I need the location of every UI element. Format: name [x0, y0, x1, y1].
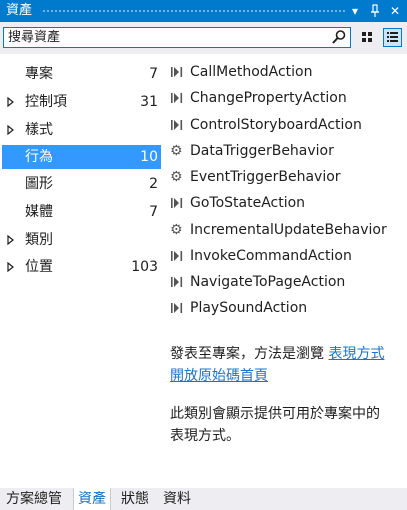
dropdown-icon[interactable]: ▾	[346, 2, 364, 20]
tab-states[interactable]: 狀態	[117, 488, 153, 510]
tab-assets[interactable]: 資產	[73, 488, 111, 510]
category-project[interactable]: 專案 7	[2, 62, 161, 86]
pin-icon[interactable]	[366, 2, 384, 20]
category-locations[interactable]: 位置 103	[2, 255, 161, 279]
description-line-1: 此類別會顯示提供可用於專案中的	[170, 406, 380, 422]
asset-item-label: InvokeCommandAction	[190, 248, 352, 264]
publish-info-text: 發表至專案，方法是瀏覽	[170, 346, 324, 362]
asset-item-label: NavigateToPageAction	[190, 274, 346, 290]
category-label: 位置	[25, 259, 53, 275]
tab-solution-explorer[interactable]: 方案總管	[2, 488, 66, 510]
category-count: 31	[140, 94, 158, 110]
expand-arrow-icon[interactable]	[7, 125, 14, 135]
asset-item-label: GoToStateAction	[190, 195, 306, 211]
action-icon	[171, 303, 183, 313]
search-input[interactable]	[8, 29, 308, 46]
publish-info: 發表至專案，方法是瀏覽 表現方式 開放原始碼首頁	[170, 343, 402, 387]
category-count: 103	[131, 259, 158, 275]
gear-icon: ⚙	[170, 169, 183, 185]
asset-item-label: DataTriggerBehavior	[190, 143, 334, 159]
asset-item-label: EventTriggerBehavior	[190, 169, 341, 185]
action-icon	[171, 120, 183, 130]
action-icon	[171, 277, 183, 287]
category-controls[interactable]: 控制項 31	[2, 90, 161, 114]
category-label: 專案	[25, 66, 53, 82]
category-count: 2	[149, 176, 158, 192]
category-count: 7	[149, 204, 158, 220]
category-label: 圖形	[25, 176, 53, 192]
category-description: 此類別會顯示提供可用於專案中的 表現方式。	[170, 403, 402, 447]
category-shapes[interactable]: 圖形 2	[2, 172, 161, 196]
category-label: 媒體	[25, 204, 53, 220]
search-box[interactable]	[3, 27, 351, 48]
drag-grip[interactable]	[42, 9, 345, 14]
category-label: 行為	[25, 149, 53, 165]
category-media[interactable]: 媒體 7	[2, 200, 161, 224]
list-view-icon[interactable]	[383, 28, 402, 47]
action-icon	[171, 93, 183, 103]
tab-data[interactable]: 資料	[159, 488, 195, 510]
bottom-tab-bar: 方案總管 資產 狀態 資料	[0, 488, 407, 510]
category-categories[interactable]: 類別	[2, 228, 161, 252]
category-label: 類別	[25, 232, 53, 248]
action-icon	[171, 251, 183, 261]
asset-item-label: PlaySoundAction	[190, 300, 308, 316]
search-toolbar	[0, 22, 407, 54]
action-icon	[171, 198, 183, 208]
open-source-home-link[interactable]: 開放原始碼首頁	[170, 368, 268, 384]
search-icon[interactable]	[331, 29, 347, 45]
expand-arrow-icon[interactable]	[7, 235, 14, 245]
grid-view-icon[interactable]	[358, 28, 377, 47]
panel-title: 資產	[6, 3, 33, 18]
category-label: 控制項	[25, 94, 67, 110]
asset-item-label: ControlStoryboardAction	[190, 117, 362, 133]
category-label: 樣式	[25, 122, 53, 138]
description-line-2: 表現方式。	[170, 428, 240, 444]
gear-icon: ⚙	[170, 222, 183, 238]
action-icon	[171, 67, 183, 77]
expand-arrow-icon[interactable]	[7, 97, 14, 107]
asset-item-label: CallMethodAction	[190, 64, 313, 80]
behaviors-link[interactable]: 表現方式	[328, 346, 384, 362]
panel-title-bar: 資產 ▾ ✕	[0, 0, 407, 22]
category-count: 7	[149, 66, 158, 82]
asset-item-label: IncrementalUpdateBehavior	[190, 222, 387, 238]
asset-item-label: ChangePropertyAction	[190, 90, 347, 106]
category-count: 10	[140, 149, 158, 165]
close-icon[interactable]: ✕	[386, 2, 404, 20]
gear-icon: ⚙	[170, 143, 183, 159]
category-behaviors[interactable]: 行為 10	[2, 145, 161, 169]
expand-arrow-icon[interactable]	[7, 262, 14, 272]
category-styles[interactable]: 樣式	[2, 118, 161, 142]
